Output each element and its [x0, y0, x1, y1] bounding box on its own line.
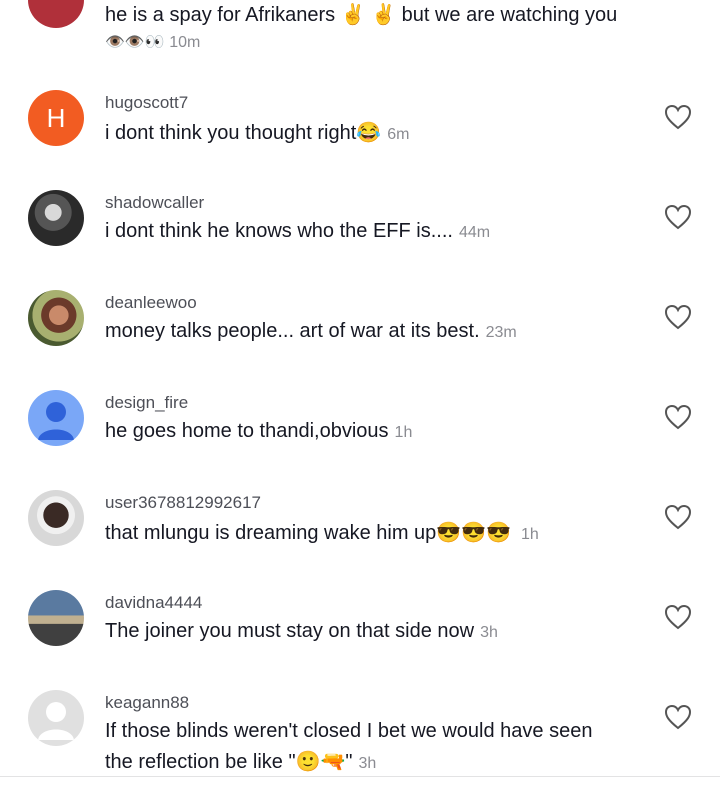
comment-username[interactable]: shadowcaller — [105, 193, 204, 213]
heart-outline-icon[interactable] — [664, 404, 692, 430]
comment-username[interactable]: user3678812992617 — [105, 493, 261, 513]
reaction-emojis: 👁️👁️👀 — [105, 34, 165, 51]
heart-outline-icon[interactable] — [664, 704, 692, 730]
comment-text: that mlungu is dreaming wake him up😎😎😎 1h — [105, 522, 539, 544]
comment-text: he goes home to thandi,obvious 1h — [105, 420, 413, 442]
avatar[interactable] — [28, 290, 84, 346]
heart-outline-icon[interactable] — [664, 504, 692, 530]
heart-outline-icon[interactable] — [664, 104, 692, 130]
avatar[interactable] — [28, 190, 84, 246]
avatar[interactable] — [28, 0, 84, 28]
avatar[interactable] — [28, 690, 84, 746]
comment-time: 6m — [387, 126, 410, 143]
comment-text-line2: the reflection be like "🙂🔫" 3h — [105, 751, 377, 773]
default-user-icon — [38, 702, 74, 740]
avatar[interactable] — [28, 390, 84, 446]
avatar[interactable] — [28, 590, 84, 646]
comment-username[interactable]: design_fire — [105, 393, 188, 413]
comment-username[interactable]: hugoscott7 — [105, 93, 188, 113]
default-user-icon — [38, 402, 74, 440]
comment-time: 44m — [458, 224, 491, 241]
comment-text: he is a spay for Afrikaners ✌️ ✌️ but we… — [105, 4, 618, 26]
comment-username[interactable]: deanleewoo — [105, 293, 197, 313]
heart-outline-icon[interactable] — [664, 604, 692, 630]
comment-username[interactable]: keagann88 — [105, 693, 189, 713]
comment-text: money talks people... art of war at its … — [105, 320, 517, 342]
comment-time: 3h — [480, 624, 498, 641]
comment-username[interactable]: davidna4444 — [105, 593, 202, 613]
avatar[interactable]: H — [28, 90, 84, 146]
comment-time: 23m — [485, 324, 517, 341]
comment-text: i dont think you thought right😂 6m — [105, 122, 410, 144]
comment-text: If those blinds weren't closed I bet we … — [105, 720, 593, 742]
divider — [0, 776, 720, 777]
avatar[interactable] — [28, 490, 84, 546]
comment-text: i dont think he knows who the EFF is....… — [105, 220, 491, 242]
comment-time: 1h — [394, 424, 413, 441]
comment-text: The joiner you must stay on that side no… — [105, 620, 498, 642]
comment-time: 10m — [169, 34, 201, 51]
comment-time: 3h — [358, 755, 377, 772]
heart-outline-icon[interactable] — [664, 304, 692, 330]
comment-meta: 👁️👁️👀 10m — [105, 32, 200, 52]
chevron-down-icon[interactable] — [664, 0, 692, 6]
comment-time: 1h — [521, 526, 539, 543]
heart-outline-icon[interactable] — [664, 204, 692, 230]
